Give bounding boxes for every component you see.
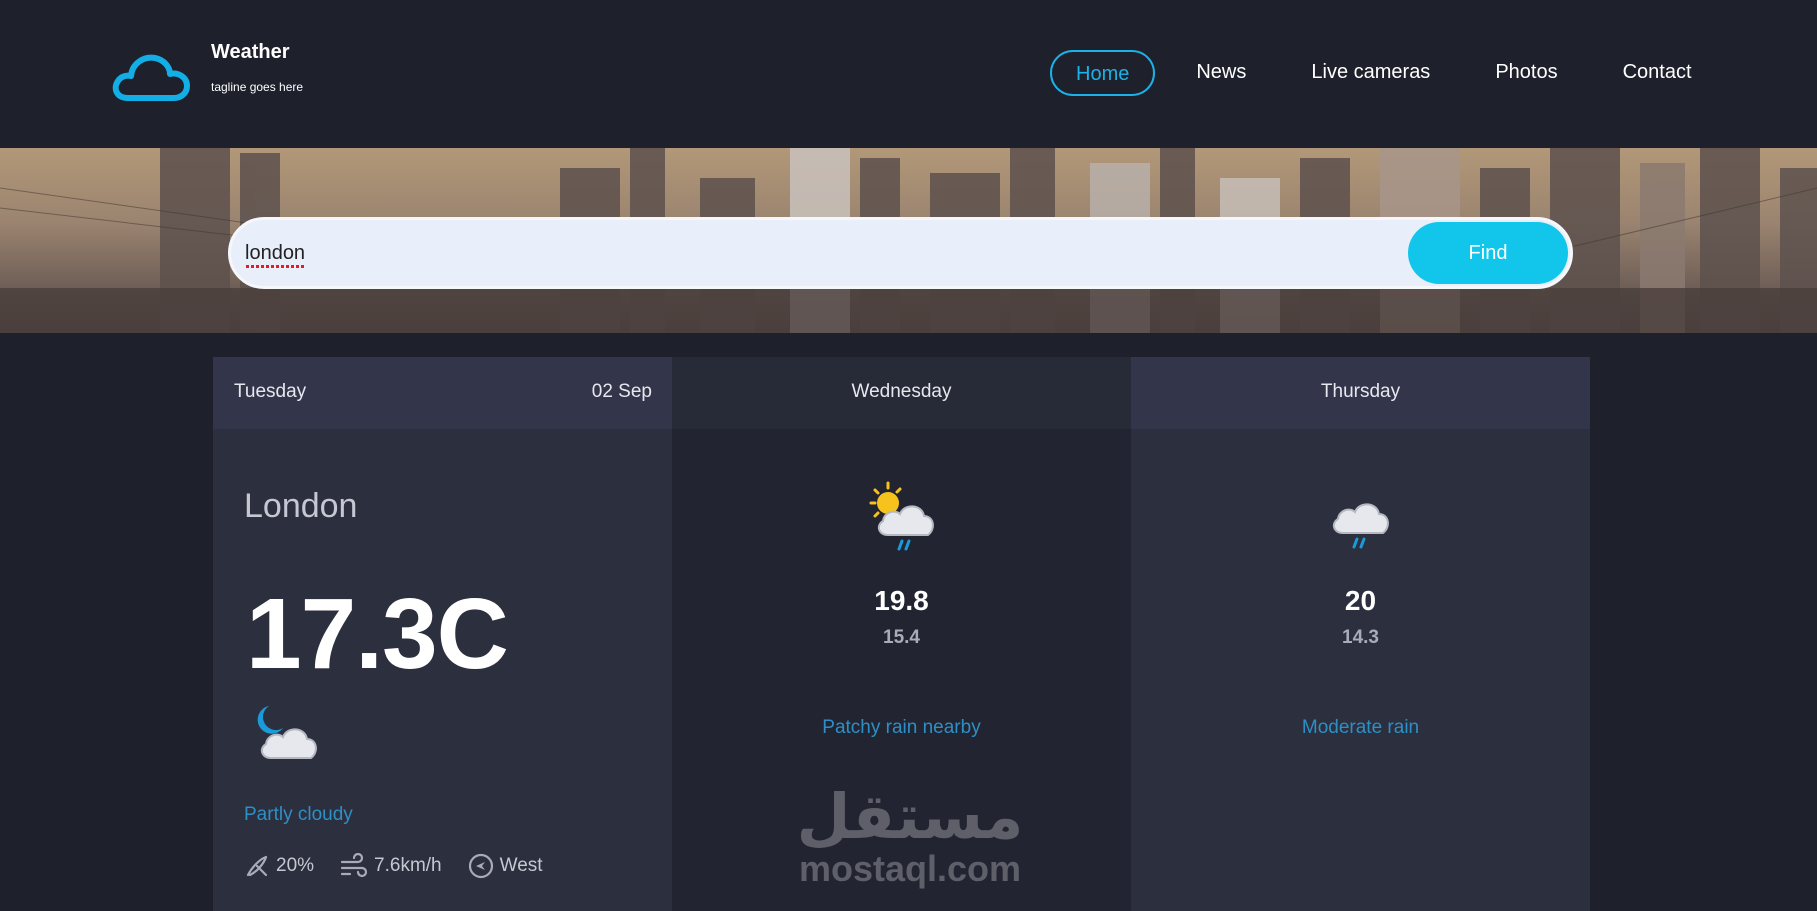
day-name: Thursday [1320,381,1401,402]
nav-item-home[interactable]: Home [1050,50,1156,96]
nav-item-contact[interactable]: Contact [1599,50,1716,96]
forecast-day-3: Thursday 20 14.3 Moderate rain [1131,357,1590,911]
main-nav: Home News Live cameras Photos Contact [1050,50,1733,96]
nav-item-live-cameras[interactable]: Live cameras [1287,50,1454,96]
umbrella-icon [246,855,268,877]
watermark-arabic: مستقل [796,780,1024,853]
cloud-icon[interactable] [110,50,192,102]
day-name: Tuesday [234,381,307,402]
wind-direction-value: West [499,855,543,876]
min-temperature: 14.3 [1342,627,1379,648]
day-name: Wednesday [851,381,952,402]
brand-title[interactable]: Weather [211,41,290,64]
max-temperature: 20 [1344,585,1377,616]
wind-speed-value: 7.6km/h [374,855,442,876]
find-button[interactable]: Find [1408,222,1568,284]
wind-speed-stat: 7.6km/h [340,853,442,879]
rain-chance-value: 20% [276,855,315,876]
location-search-input[interactable] [245,220,1395,286]
search-bar: Find [228,217,1573,289]
nav-item-photos[interactable]: Photos [1471,50,1581,96]
condition-text: Patchy rain nearby [822,717,981,738]
condition-text: Partly cloudy [244,804,353,825]
site-header: Weather tagline goes here Home News Live… [0,0,1817,148]
moderate-rain-icon [1332,503,1389,549]
wind-direction-stat: West [468,853,543,879]
forecast-header: Tuesday 02 Sep [213,357,672,429]
brand-tagline: tagline goes here [211,80,304,94]
current-temperature: 17.3C [246,578,509,690]
forecast-today: Tuesday 02 Sep London 17.3C Partly cloud… [213,357,672,911]
wind-icon [340,853,368,878]
forecast-header: Thursday [1131,357,1590,429]
rain-chance-stat: 20% [244,853,314,879]
partly-cloudy-night-icon [257,706,317,759]
condition-text: Moderate rain [1301,717,1420,738]
watermark-logo: مستقل mostaql.com [795,780,1025,895]
compass-icon [468,853,493,879]
patchy-rain-icon [869,481,934,551]
location-name: London [244,487,358,525]
max-temperature: 19.8 [874,585,929,616]
weather-stats: 20% 7.6km/h West [244,853,569,879]
forecast-header: Wednesday [672,357,1131,429]
date: 02 Sep [591,381,652,402]
nav-item-news[interactable]: News [1172,50,1270,96]
watermark-latin: mostaql.com [798,848,1022,889]
spellcheck-underline [246,265,306,268]
min-temperature: 15.4 [883,627,920,648]
